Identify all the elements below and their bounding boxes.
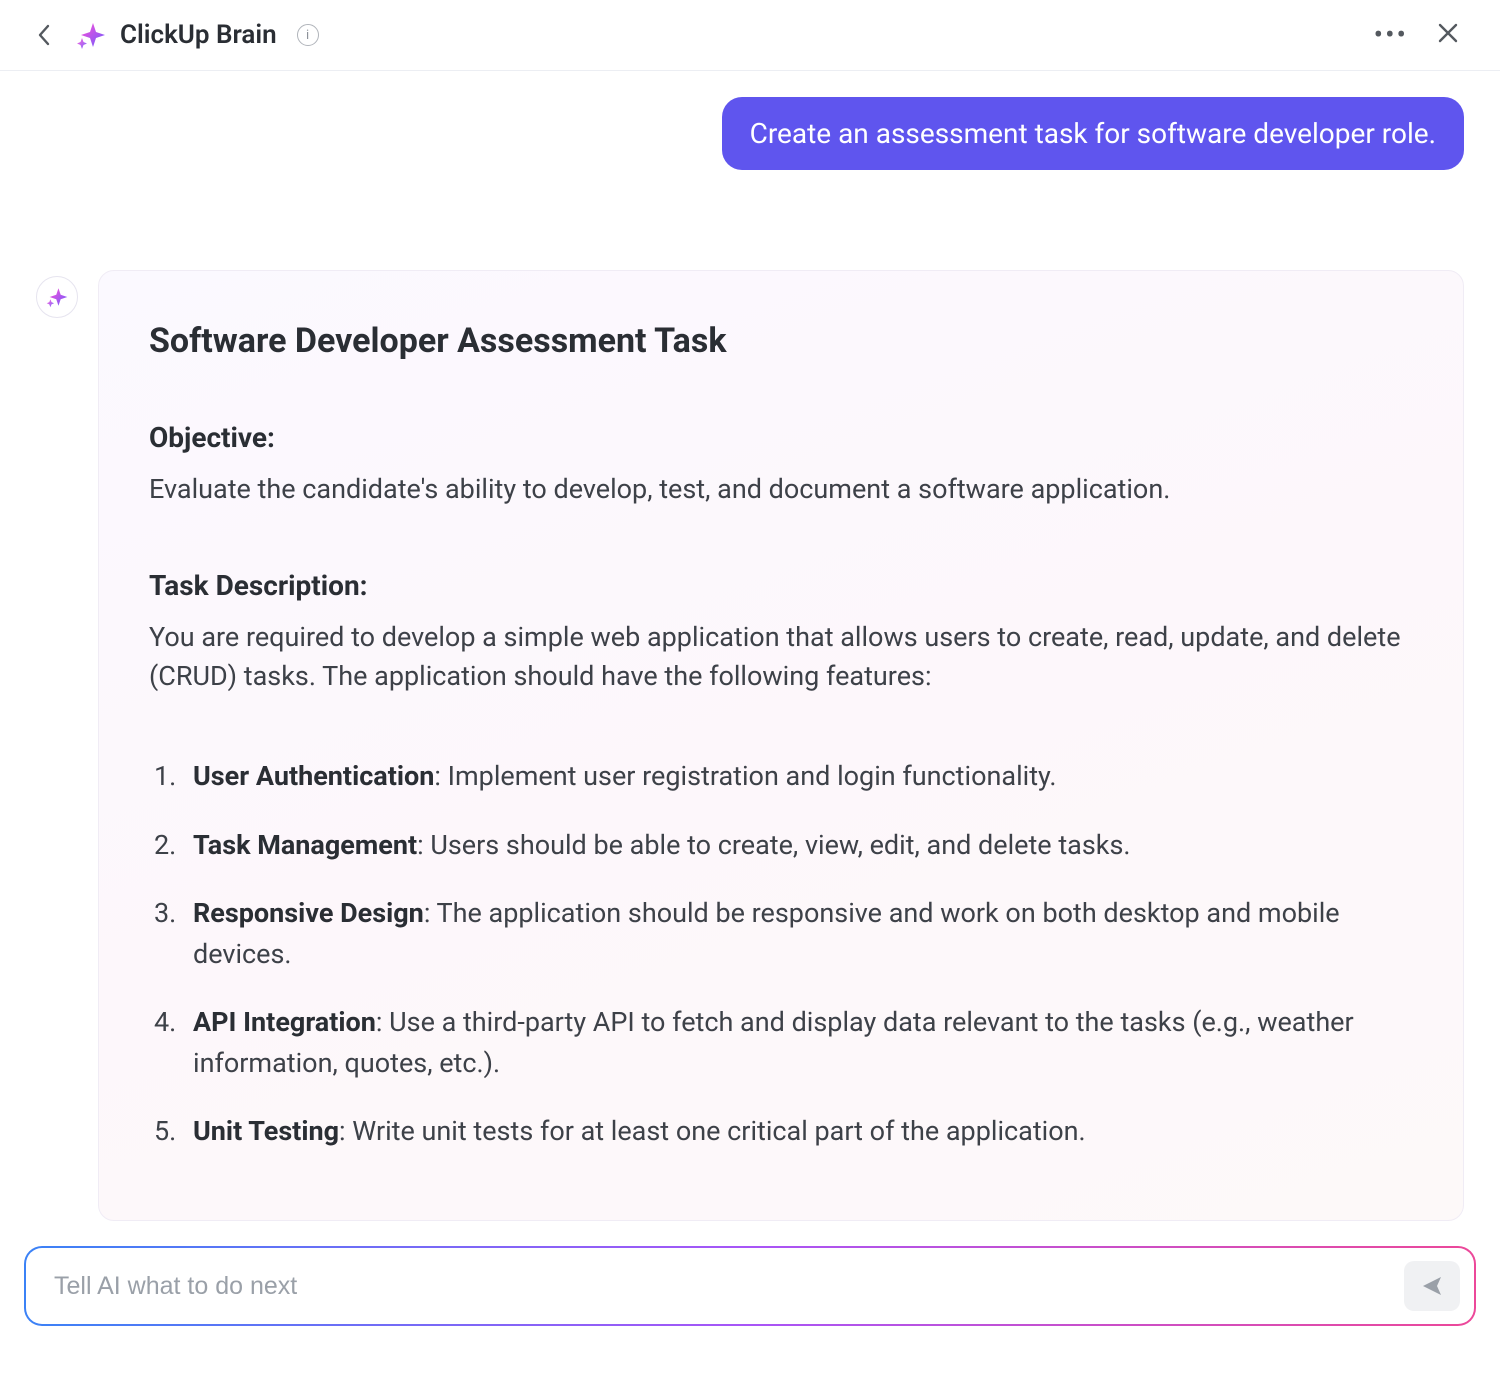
- list-item: API Integration: Use a third-party API t…: [183, 1002, 1413, 1083]
- sparkle-icon: [46, 286, 68, 308]
- prompt-input-inner: [26, 1248, 1474, 1324]
- ai-avatar: [36, 276, 78, 318]
- list-item: Task Management: Users should be able to…: [183, 825, 1413, 866]
- feature-label: API Integration: [193, 1006, 376, 1038]
- taskdesc-body: You are required to develop a simple web…: [149, 618, 1413, 696]
- send-button[interactable]: [1404, 1261, 1460, 1311]
- brand: ClickUp Brain i: [76, 20, 319, 50]
- taskdesc-heading: Task Description:: [149, 569, 1413, 602]
- list-item: Responsive Design: The application shoul…: [183, 893, 1413, 974]
- objective-heading: Objective:: [149, 421, 1413, 454]
- chat-area: Create an assessment task for software d…: [0, 71, 1500, 1381]
- sparkle-icon: [76, 20, 106, 50]
- header: ClickUp Brain i •••: [0, 0, 1500, 71]
- feature-list: User Authentication: Implement user regi…: [149, 756, 1413, 1152]
- feature-text: : Users should be able to create, view, …: [417, 829, 1130, 861]
- brand-title: ClickUp Brain: [120, 20, 277, 50]
- feature-text: : Write unit tests for at least one crit…: [339, 1115, 1086, 1147]
- header-right: •••: [1374, 21, 1460, 49]
- feature-label: Task Management: [193, 829, 417, 861]
- back-button[interactable]: [30, 21, 58, 49]
- header-left: ClickUp Brain i: [30, 20, 319, 50]
- info-icon[interactable]: i: [297, 24, 319, 46]
- close-icon: [1436, 21, 1460, 45]
- feature-text: : Implement user registration and login …: [434, 760, 1056, 792]
- user-message-bubble: Create an assessment task for software d…: [722, 97, 1464, 170]
- feature-label: Unit Testing: [193, 1115, 339, 1147]
- response-title: Software Developer Assessment Task: [149, 321, 1413, 361]
- prompt-input-bar: [24, 1246, 1476, 1326]
- list-item: User Authentication: Implement user regi…: [183, 756, 1413, 797]
- user-message-row: Create an assessment task for software d…: [36, 97, 1464, 170]
- prompt-input[interactable]: [54, 1272, 1404, 1301]
- more-menu-button[interactable]: •••: [1374, 30, 1408, 40]
- chevron-left-icon: [37, 24, 51, 46]
- send-icon: [1420, 1274, 1444, 1298]
- close-button[interactable]: [1436, 21, 1460, 49]
- feature-label: User Authentication: [193, 760, 434, 792]
- list-item: Unit Testing: Write unit tests for at le…: [183, 1111, 1413, 1152]
- objective-body: Evaluate the candidate's ability to deve…: [149, 470, 1413, 509]
- ai-message-row: Software Developer Assessment Task Objec…: [36, 270, 1464, 1221]
- feature-label: Responsive Design: [193, 897, 424, 929]
- ai-response-card: Software Developer Assessment Task Objec…: [98, 270, 1464, 1221]
